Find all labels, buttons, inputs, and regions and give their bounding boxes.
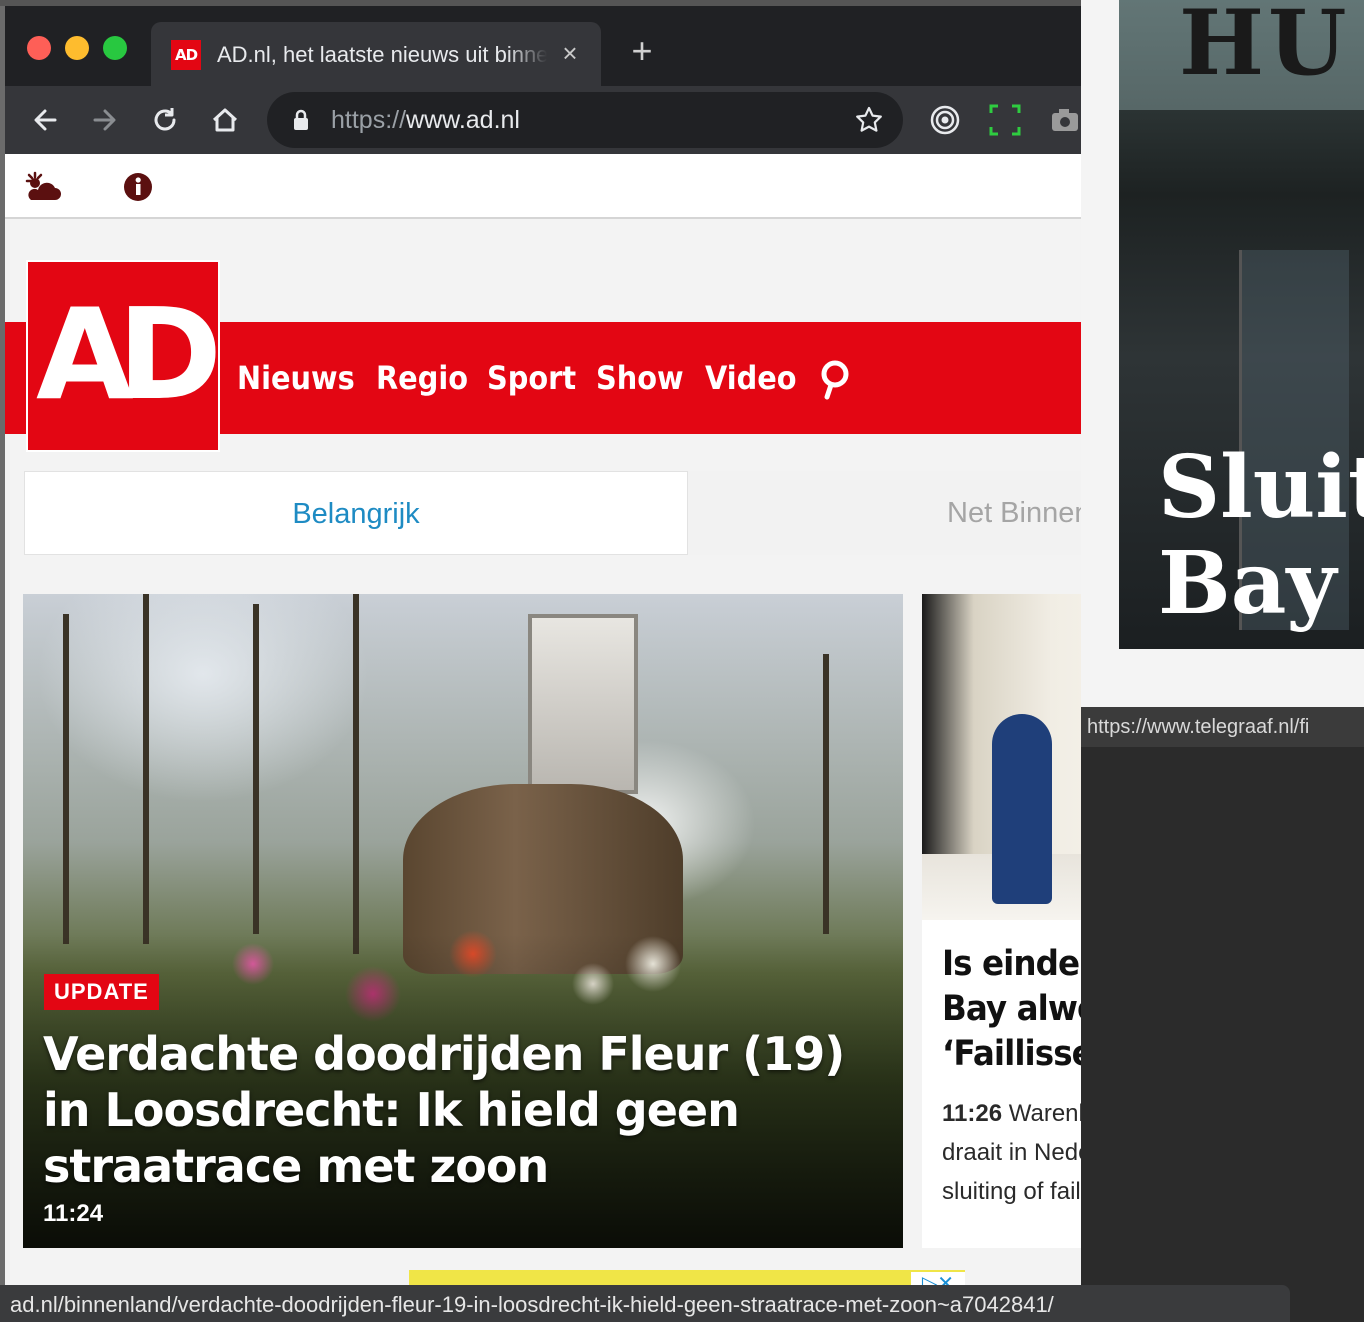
- lead-article-time: 11:24: [43, 1200, 104, 1227]
- side-article-photo[interactable]: [922, 594, 1081, 920]
- zoom-window-button[interactable]: [103, 36, 127, 60]
- ad-logo-text: AD: [36, 281, 222, 428]
- tab-close-icon[interactable]: ×: [555, 38, 585, 68]
- nav-item-sport[interactable]: Sport: [487, 356, 576, 400]
- url-host: www.ad.nl: [406, 106, 520, 134]
- extension-target-icon[interactable]: [925, 100, 965, 140]
- browser-window: AD AD.nl, het laatste nieuws uit binnenl…: [5, 6, 1081, 1322]
- ad-favicon-icon: AD: [171, 40, 201, 70]
- nav-item-show[interactable]: Show: [596, 356, 684, 400]
- close-window-button[interactable]: [27, 36, 51, 60]
- store-sign: HU: [1179, 0, 1351, 96]
- memorial-lantern: [528, 614, 638, 794]
- weather-icon[interactable]: [23, 170, 63, 204]
- nav-item-video[interactable]: Video: [705, 356, 797, 400]
- lead-article-title[interactable]: Verdachte doodrijden Fleur (19) in Loosd…: [43, 1026, 893, 1194]
- link-status-bar: ad.nl/binnenland/verdachte-doodrijden-fl…: [0, 1285, 1290, 1322]
- extension-screenshot-icon[interactable]: [985, 100, 1025, 140]
- browser-toolbar: https://www.ad.nl: [5, 86, 1081, 154]
- browser-tab-active[interactable]: AD AD.nl, het laatste nieuws uit binnenl…: [151, 22, 601, 86]
- home-icon[interactable]: [205, 100, 245, 140]
- bookmark-star-icon[interactable]: [853, 104, 885, 136]
- background-status-url: https://www.telegraaf.nl/fi: [1081, 707, 1364, 747]
- info-icon[interactable]: [123, 172, 153, 202]
- tab-title: AD.nl, het laatste nieuws uit binnenland: [217, 40, 547, 70]
- lock-icon[interactable]: [291, 108, 311, 132]
- tab-net-binnen[interactable]: Net Binnen: [688, 471, 1081, 555]
- side-article-summary: 11:26 Warenhuisketen Hudson's Bay draait…: [942, 1094, 1081, 1211]
- tab-strip: AD AD.nl, het laatste nieuws uit binnenl…: [5, 6, 1081, 86]
- tab-belangrijk[interactable]: Belangrijk: [24, 471, 688, 555]
- address-bar[interactable]: https://www.ad.nl: [267, 92, 903, 148]
- nav-item-regio[interactable]: Regio: [376, 356, 468, 400]
- side-article-time: 11:26: [942, 1100, 1003, 1127]
- minimize-window-button[interactable]: [65, 36, 89, 60]
- forward-arrow-icon[interactable]: [85, 100, 125, 140]
- camera-icon[interactable]: [1045, 100, 1081, 140]
- reload-icon[interactable]: [145, 100, 185, 140]
- side-article-card[interactable]: Is einde Hudson's Bay alweer nabij? ‘Fai…: [922, 594, 1081, 1248]
- news-tabs: Belangrijk Net Binnen: [24, 471, 1081, 555]
- site-utility-bar: [5, 154, 1081, 219]
- url-text[interactable]: https://www.ad.nl: [331, 104, 520, 136]
- side-article-title[interactable]: Is einde Hudson's Bay alweer nabij? ‘Fai…: [942, 942, 1081, 1077]
- background-article-headline[interactable]: SluitiBay: [1158, 440, 1364, 632]
- url-scheme: https://: [331, 106, 407, 134]
- background-headline-line: Bay: [1158, 533, 1337, 632]
- search-icon[interactable]: [817, 358, 853, 402]
- back-arrow-icon[interactable]: [25, 100, 65, 140]
- lead-article-card[interactable]: UPDATE Verdachte doodrijden Fleur (19) i…: [23, 594, 903, 1248]
- nav-item-nieuws[interactable]: Nieuws: [237, 356, 355, 400]
- background-headline-line: Sluiti: [1158, 440, 1364, 538]
- new-tab-button[interactable]: +: [625, 33, 659, 69]
- ad-logo[interactable]: AD: [26, 260, 222, 452]
- update-badge: UPDATE: [44, 974, 159, 1010]
